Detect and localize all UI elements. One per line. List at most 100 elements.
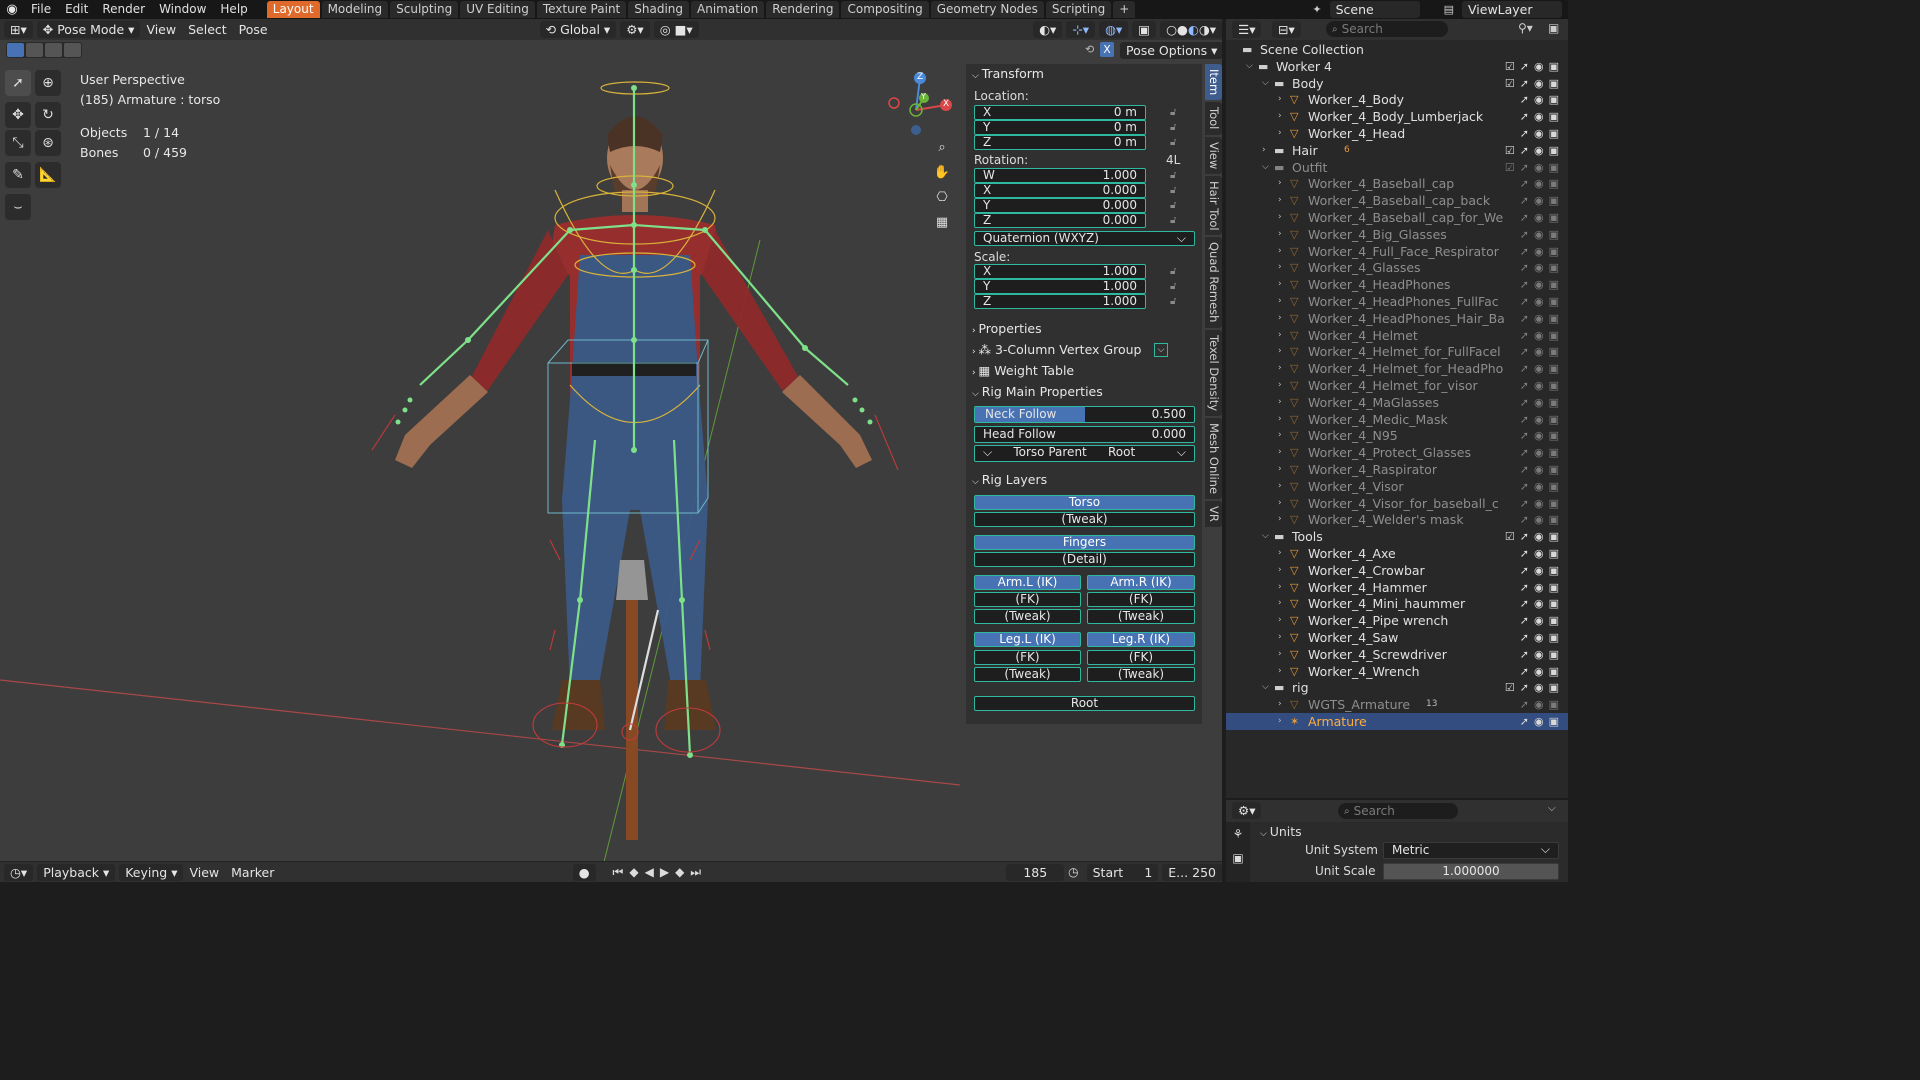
visibility-toggles[interactable]: ➚◉▣ — [1520, 377, 1564, 394]
add-workspace-button[interactable]: + — [1113, 1, 1136, 18]
chevron-right-icon[interactable]: › — [1278, 411, 1282, 428]
lock-icon[interactable]: 🔓︎ — [1170, 296, 1176, 307]
mode-dropdown[interactable]: ✥ Pose Mode ▾ — [36, 21, 141, 38]
rotation-y-field[interactable]: Y 0.000 — [974, 198, 1146, 213]
chevron-right-icon[interactable]: › — [1278, 360, 1282, 377]
torso-parent-row[interactable]: ⌵ Torso Parent Root ⌵ — [974, 445, 1195, 462]
outliner-row[interactable]: › ▽ Worker_4_Welder's mask ➚◉▣ — [1226, 511, 1568, 528]
play-reverse-icon[interactable]: ◀ — [645, 865, 654, 879]
outliner-row[interactable]: › ▽ Worker_4_Baseball_cap_back ➚◉▣ — [1226, 192, 1568, 209]
menu-file[interactable]: File — [24, 0, 58, 19]
properties-editor-type[interactable]: ⚙▾ — [1232, 802, 1262, 819]
rotation-4l-toggle[interactable]: 4L — [1166, 153, 1180, 167]
shading-modes[interactable]: ○●◐◑▾ — [1160, 21, 1222, 38]
blender-logo-icon[interactable]: ◉ — [0, 2, 24, 17]
end-frame-field[interactable]: E... 250 — [1162, 863, 1222, 881]
weight-table-header[interactable]: › ▦ Weight Table — [966, 361, 1202, 381]
chevron-right-icon[interactable]: › — [1278, 243, 1282, 260]
rotation-mode-dropdown[interactable]: Quaternion (WXYZ) ⌵ — [974, 231, 1195, 246]
properties-search[interactable]: ⌕ Search — [1338, 803, 1458, 819]
visibility-toggles[interactable]: ☑➚◉▣ — [1505, 142, 1564, 159]
chevron-right-icon[interactable]: › — [1278, 646, 1282, 663]
scale-x-field[interactable]: X 1.000 — [974, 264, 1146, 279]
filter-icon[interactable]: ⚲▾ — [1518, 21, 1533, 35]
visibility-toggles[interactable]: ➚◉▣ — [1520, 91, 1564, 108]
chevron-right-icon[interactable]: › — [1278, 629, 1282, 646]
visibility-toggles[interactable]: ➚◉▣ — [1520, 713, 1564, 730]
menu-select[interactable]: Select — [182, 22, 233, 37]
torso-parent-dropdown[interactable]: Root ⌵ — [1108, 446, 1186, 461]
visibility-toggles[interactable]: ➚◉▣ — [1520, 243, 1564, 260]
scene-selector[interactable]: Scene — [1329, 1, 1420, 18]
outliner-row[interactable]: › ▽ Worker_4_HeadPhones_Hair_Ba ➚◉▣ — [1226, 310, 1568, 327]
outliner-row[interactable]: ⌵ ▬ rig ☑➚◉▣ — [1226, 679, 1568, 696]
tab-tool[interactable]: Tool — [1205, 102, 1222, 135]
outliner-row[interactable]: › ✶ Armature ➚◉▣ — [1226, 713, 1568, 730]
rig-layer-leg-l-ik[interactable]: Leg.L (IK) — [974, 632, 1081, 647]
visibility-toggles[interactable]: ➚◉▣ — [1520, 629, 1564, 646]
visibility-toggles[interactable]: ☑➚◉▣ — [1505, 159, 1564, 176]
visibility-toggles[interactable]: ➚◉▣ — [1520, 293, 1564, 310]
head-follow-slider[interactable]: Head Follow 0.000 — [974, 426, 1195, 443]
rig-layer-fingers-detail[interactable]: (Detail) — [974, 552, 1195, 567]
lock-icon[interactable]: 🔓︎ — [1170, 281, 1176, 292]
camera-icon[interactable]: ⎔ — [932, 190, 952, 215]
outliner-row[interactable]: › ▽ Worker_4_Mini_haummer ➚◉▣ — [1226, 595, 1568, 612]
chevron-down-icon[interactable]: ⌵ — [1246, 58, 1253, 75]
editor-type-icon[interactable]: ⊞▾ — [4, 21, 33, 38]
transform-header[interactable]: ⌵ Transform — [966, 64, 1202, 84]
menu-edit[interactable]: Edit — [58, 0, 95, 19]
visibility-toggles[interactable]: ☑➚◉▣ — [1505, 58, 1564, 75]
chevron-right-icon[interactable]: › — [1278, 293, 1282, 310]
timeline-area[interactable] — [0, 861, 1222, 862]
visibility-toggles[interactable]: ➚◉▣ — [1520, 394, 1564, 411]
pose-options-dropdown[interactable]: Pose Options ▾ — [1120, 42, 1222, 59]
chevron-right-icon[interactable]: › — [1278, 343, 1282, 360]
display-mode-dropdown[interactable]: ⊟▾ — [1272, 21, 1301, 38]
lock-icon[interactable]: 🔓︎ — [1170, 200, 1176, 211]
outliner-row[interactable]: ⌵ ▬ Outfit ☑➚◉▣ — [1226, 159, 1568, 176]
outliner-row[interactable]: › ▽ Worker_4_Glasses ➚◉▣ — [1226, 259, 1568, 276]
rig-layer-torso-tweak[interactable]: (Tweak) — [974, 512, 1195, 527]
outliner-row[interactable]: › ▽ Worker_4_N95 ➚◉▣ — [1226, 427, 1568, 444]
visibility-toggles[interactable]: ➚◉▣ — [1520, 175, 1564, 192]
chevron-right-icon[interactable]: › — [1278, 276, 1282, 293]
tab-rendering[interactable]: Rendering — [766, 1, 840, 18]
visibility-toggles[interactable]: ➚◉▣ — [1520, 310, 1564, 327]
render-properties-icon[interactable]: ▣ — [1226, 846, 1250, 870]
visibility-toggles[interactable]: ➚◉▣ — [1520, 579, 1564, 596]
auto-keying-toggle[interactable]: ● — [572, 863, 596, 881]
chevron-right-icon[interactable]: › — [1278, 108, 1282, 125]
chevron-right-icon[interactable]: › — [1278, 427, 1282, 444]
chevron-right-icon[interactable]: › — [1278, 511, 1282, 528]
outliner-row[interactable]: › ▽ Worker_4_Baseball_cap ➚◉▣ — [1226, 175, 1568, 192]
chevron-right-icon[interactable]: › — [1278, 259, 1282, 276]
visibility-toggles[interactable]: ➚◉▣ — [1520, 360, 1564, 377]
chevron-right-icon[interactable]: › — [1278, 579, 1282, 596]
outliner-search[interactable]: ⌕ Search — [1326, 21, 1448, 37]
chevron-right-icon[interactable]: › — [1278, 478, 1282, 495]
tab-texel-density[interactable]: Texel Density — [1205, 329, 1222, 416]
zoom-icon[interactable]: ⌕ — [932, 140, 952, 165]
visibility-dropdown[interactable]: ◐▾ — [1033, 21, 1063, 38]
tab-scripting[interactable]: Scripting — [1045, 1, 1112, 18]
visibility-toggles[interactable]: ➚◉▣ — [1520, 478, 1564, 495]
outliner-row[interactable]: › ▽ Worker_4_HeadPhones ➚◉▣ — [1226, 276, 1568, 293]
visibility-toggles[interactable]: ➚◉▣ — [1520, 125, 1564, 142]
pose-options-icon[interactable]: ⟲ — [1085, 43, 1094, 56]
visibility-toggles[interactable]: ➚◉▣ — [1520, 612, 1564, 629]
rig-layer-arm-l-fk[interactable]: (FK) — [974, 592, 1081, 607]
next-keyframe-icon[interactable]: ◆ — [675, 865, 684, 879]
outliner-row[interactable]: › ▽ Worker_4_Pipe wrench ➚◉▣ — [1226, 612, 1568, 629]
navigation-gizmo[interactable]: X Z Y — [884, 70, 954, 140]
visibility-toggles[interactable]: ➚◉▣ — [1520, 595, 1564, 612]
rig-layer-leg-r-ik[interactable]: Leg.R (IK) — [1087, 632, 1195, 647]
visibility-toggles[interactable]: ➚◉▣ — [1520, 545, 1564, 562]
overlay-toggle[interactable]: ◍▾ — [1099, 21, 1129, 38]
outliner-row[interactable]: › ▽ Worker_4_Body ➚◉▣ — [1226, 91, 1568, 108]
tab-texture-paint[interactable]: Texture Paint — [536, 1, 627, 18]
current-frame-field[interactable]: 185 — [1006, 863, 1065, 881]
outliner-row[interactable]: ⌵ ▬ Worker 4 ☑➚◉▣ — [1226, 58, 1568, 75]
visibility-toggles[interactable]: ➚◉▣ — [1520, 209, 1564, 226]
rotation-w-field[interactable]: W 1.000 — [974, 168, 1146, 183]
